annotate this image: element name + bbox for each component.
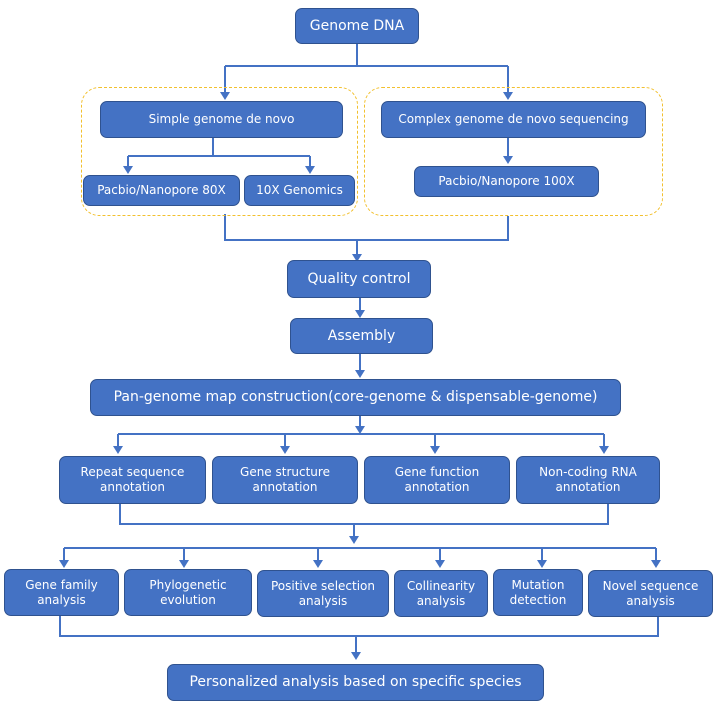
personalized-analysis-node[interactable]: Personalized analysis based on specific …: [167, 664, 544, 701]
arrow-head: [537, 560, 547, 568]
connector-merge-qc: [224, 214, 509, 256]
annotation-node-repeat[interactable]: Repeat sequence annotation: [59, 456, 206, 504]
annotation-node-gene-structure[interactable]: Gene structure annotation: [212, 456, 358, 504]
analysis-node-novel-sequence[interactable]: Novel sequence analysis: [588, 570, 713, 617]
connector-analyses-merge: [59, 616, 659, 654]
arrow-head: [179, 560, 189, 568]
analysis-node-positive-selection[interactable]: Positive selection analysis: [257, 570, 389, 617]
connector-annotations-merge: [119, 504, 609, 538]
arrow-head: [351, 652, 361, 660]
genome-dna-node[interactable]: Genome DNA: [295, 8, 419, 44]
simple-genome-node[interactable]: Simple genome de novo: [100, 101, 343, 138]
arrow-head: [355, 310, 365, 318]
analysis-node-phylogenetic[interactable]: Phylogenetic evolution: [124, 569, 252, 616]
analysis-node-mutation[interactable]: Mutation detection: [493, 569, 583, 616]
annotation-node-gene-function[interactable]: Gene function annotation: [364, 456, 510, 504]
pan-genome-node[interactable]: Pan-genome map construction(core-genome …: [90, 379, 621, 416]
assembly-node[interactable]: Assembly: [290, 318, 433, 354]
arrow-head: [651, 560, 661, 568]
analysis-node-gene-family[interactable]: Gene family analysis: [4, 569, 119, 616]
connector-analyses-split: [63, 547, 657, 562]
arrow-head: [313, 560, 323, 568]
annotation-node-ncrna[interactable]: Non-coding RNA annotation: [516, 456, 660, 504]
arrow-head: [59, 560, 69, 568]
arrow-head: [599, 446, 609, 454]
arrow-head: [355, 426, 365, 434]
arrow-head: [355, 370, 365, 378]
complex-genome-node[interactable]: Complex genome de novo sequencing: [381, 101, 646, 138]
arrow-head: [349, 536, 359, 544]
pacbio-100x-node[interactable]: Pacbio/Nanopore 100X: [414, 166, 599, 197]
arrow-head: [113, 446, 123, 454]
10x-genomics-node[interactable]: 10X Genomics: [244, 175, 355, 206]
pacbio-80x-node[interactable]: Pacbio/Nanopore 80X: [83, 175, 240, 206]
analysis-node-collinearity[interactable]: Collinearity analysis: [394, 570, 488, 617]
arrow-head: [435, 560, 445, 568]
arrow-head: [280, 446, 290, 454]
arrow-head: [430, 446, 440, 454]
quality-control-node[interactable]: Quality control: [287, 260, 431, 298]
